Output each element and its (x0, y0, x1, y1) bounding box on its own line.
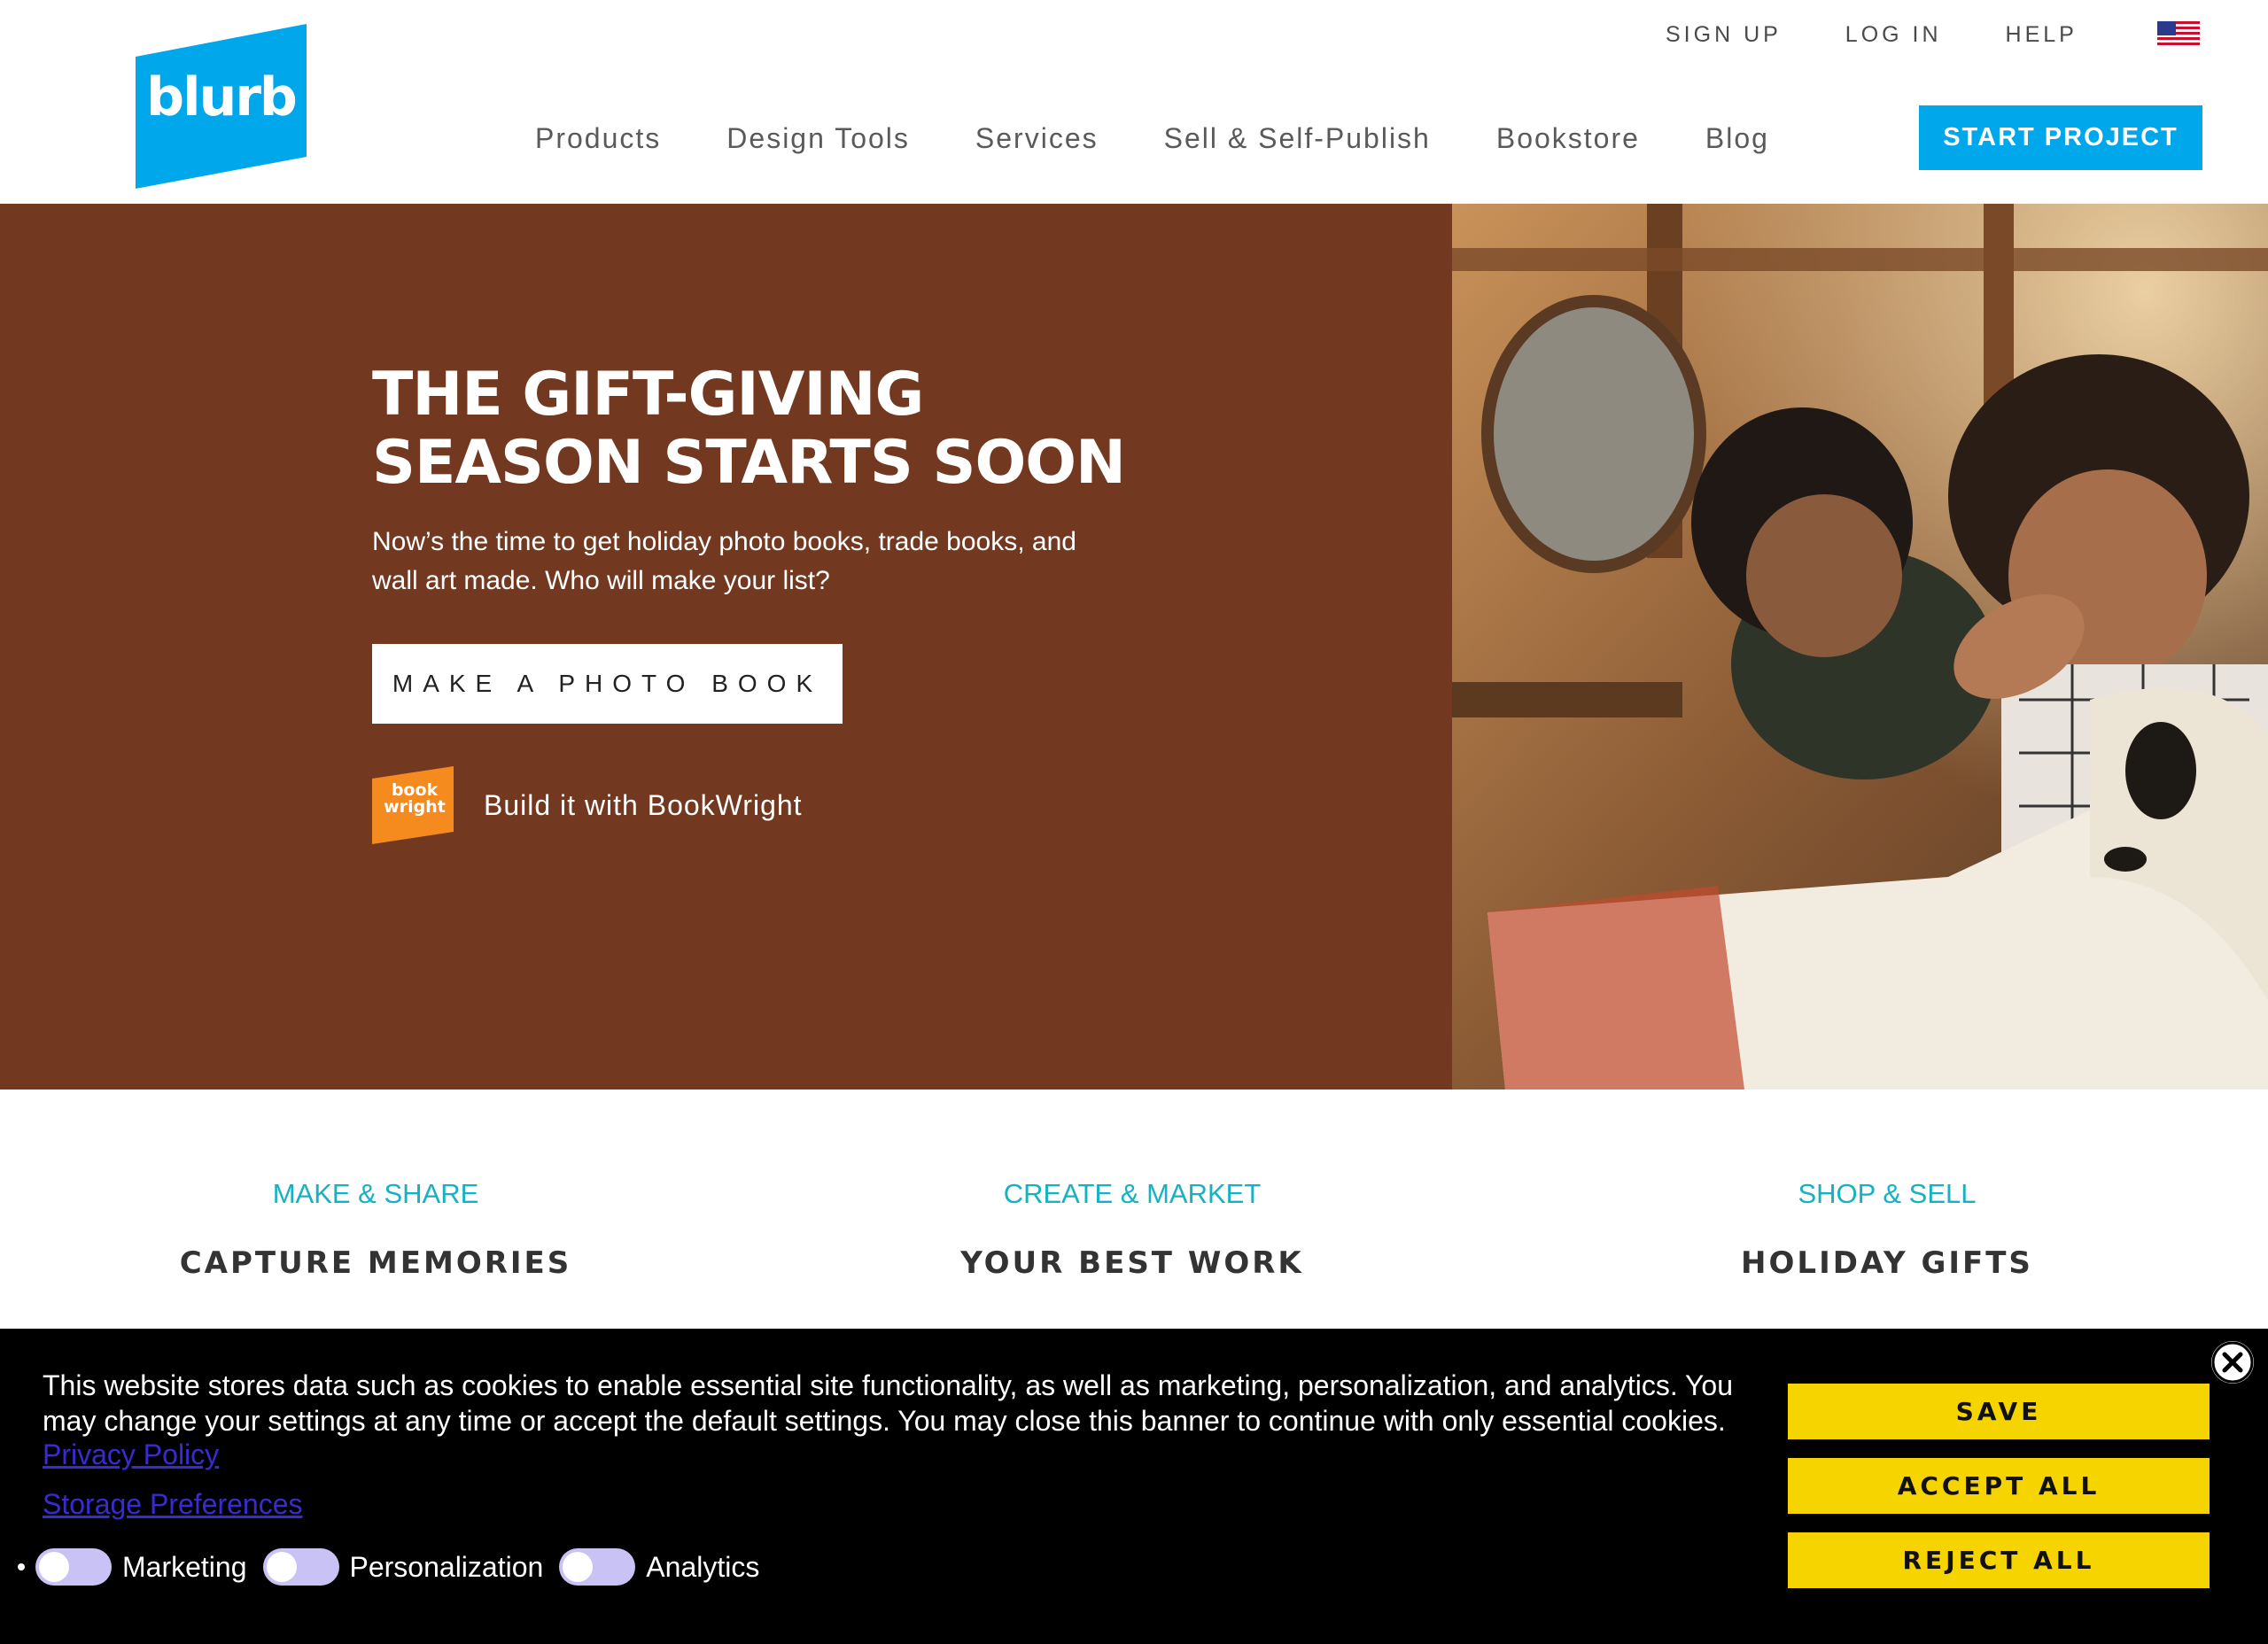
category-title: CAPTURE MEMORIES (179, 1245, 572, 1281)
nav-sell-self-publish[interactable]: Sell & Self-Publish (1164, 122, 1431, 155)
category-title: YOUR BEST WORK (960, 1245, 1304, 1281)
hero-title: THE GIFT-GIVING SEASON STARTS SOON (372, 361, 1169, 497)
nav-blog[interactable]: Blog (1705, 122, 1769, 155)
us-flag-icon[interactable] (2156, 21, 2200, 48)
sign-up-link[interactable]: SIGN UP (1666, 22, 1782, 48)
blurb-logo[interactable]: blurb (136, 24, 307, 189)
utility-nav: SIGN UP LOG IN HELP (1666, 21, 2200, 48)
reject-all-button[interactable]: REJECT ALL (1788, 1532, 2210, 1588)
close-icon[interactable] (2211, 1341, 2254, 1384)
bookwright-logo-line2: wright (384, 797, 446, 817)
nav-services[interactable]: Services (975, 122, 1099, 155)
cookie-text: This website stores data such as cookies… (43, 1369, 1734, 1437)
bookwright-row: book wright Build it with BookWright (372, 766, 803, 844)
privacy-policy-link[interactable]: Privacy Policy (43, 1438, 219, 1471)
storage-preferences-link[interactable]: Storage Preferences (43, 1488, 303, 1521)
nav-bookstore[interactable]: Bookstore (1496, 122, 1640, 155)
main-nav: Products Design Tools Services Sell & Se… (535, 122, 1835, 155)
hero-photo-children-reading (1452, 204, 2268, 1090)
category-create-market[interactable]: CREATE & MARKET YOUR BEST WORK (822, 1178, 1442, 1281)
bookwright-link[interactable]: Build it with BookWright (484, 789, 803, 822)
make-photo-book-button[interactable]: MAKE A PHOTO BOOK (372, 644, 843, 724)
site-header: blurb SIGN UP LOG IN HELP Products Desig… (0, 0, 2268, 204)
cookie-toggles: Marketing Personalization Analytics (18, 1548, 775, 1586)
help-link[interactable]: HELP (2006, 22, 2078, 48)
category-make-share[interactable]: MAKE & SHARE CAPTURE MEMORIES (66, 1178, 686, 1281)
start-project-button[interactable]: START PROJECT (1919, 105, 2202, 170)
personalization-toggle[interactable] (262, 1548, 339, 1586)
hero-subtitle: Now’s the time to get holiday photo book… (372, 527, 1076, 595)
cookie-banner: This website stores data such as cookies… (0, 1329, 2268, 1644)
category-kicker: SHOP & SELL (1798, 1178, 1977, 1209)
category-title: HOLIDAY GIFTS (1741, 1245, 2033, 1281)
nav-products[interactable]: Products (535, 122, 661, 155)
log-in-link[interactable]: LOG IN (1845, 22, 1942, 48)
analytics-toggle-label: Analytics (646, 1550, 760, 1583)
accept-all-button[interactable]: ACCEPT ALL (1788, 1458, 2210, 1514)
hero-text-panel: THE GIFT-GIVING SEASON STARTS SOON Now’s… (0, 204, 1452, 1090)
analytics-toggle[interactable] (559, 1548, 636, 1586)
category-shop-sell[interactable]: SHOP & SELL HOLIDAY GIFTS (1577, 1178, 2197, 1281)
logo-text: blurb (146, 66, 298, 128)
category-kicker: CREATE & MARKET (1003, 1178, 1262, 1209)
marketing-toggle[interactable] (35, 1548, 112, 1586)
personalization-toggle-label: Personalization (349, 1550, 544, 1583)
nav-design-tools[interactable]: Design Tools (726, 122, 910, 155)
bullet-dot (18, 1563, 25, 1570)
hero-title-line1: THE GIFT-GIVING (372, 360, 924, 430)
marketing-toggle-label: Marketing (122, 1550, 247, 1583)
category-kicker: MAKE & SHARE (272, 1178, 479, 1209)
save-button[interactable]: SAVE (1788, 1384, 2210, 1439)
hero-title-line2: SEASON STARTS SOON (372, 428, 1126, 498)
hero-banner: THE GIFT-GIVING SEASON STARTS SOON Now’s… (0, 204, 2268, 1090)
bookwright-logo[interactable]: book wright (372, 766, 454, 844)
